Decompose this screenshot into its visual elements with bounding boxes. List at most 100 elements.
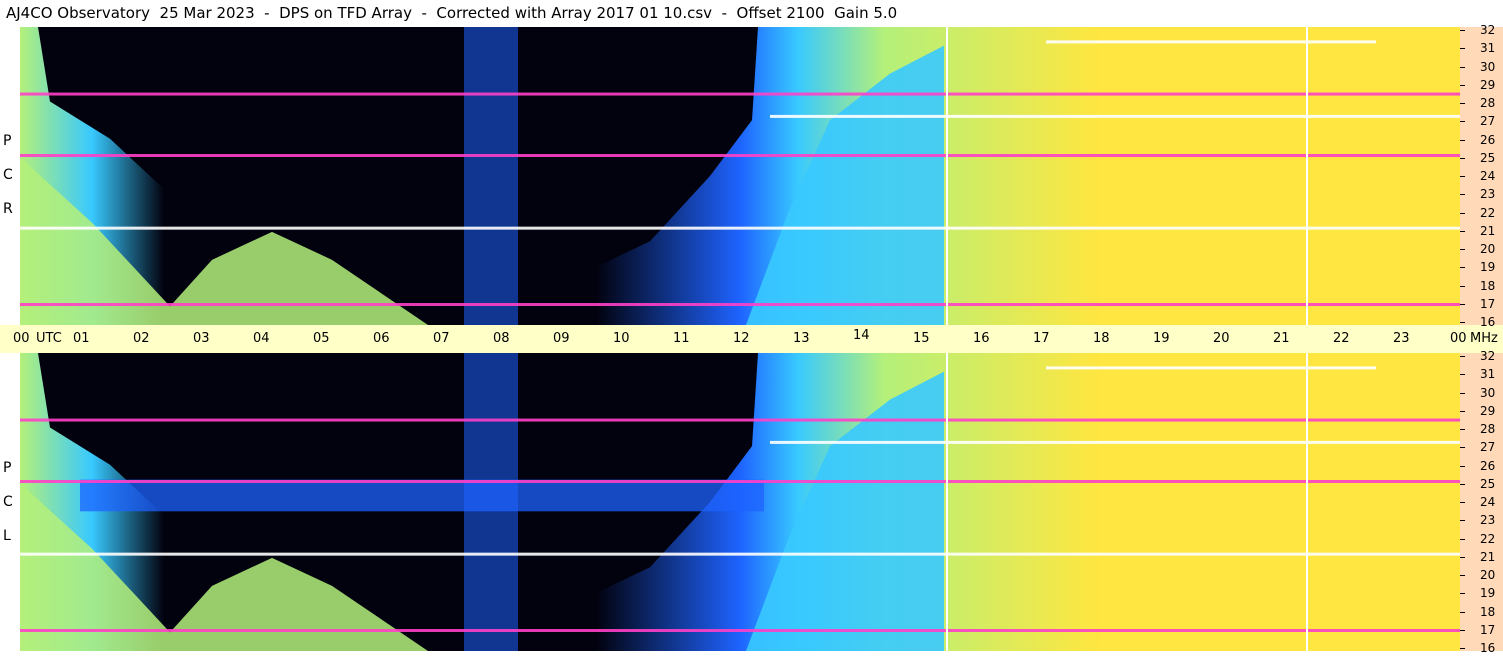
freq-tick-label: 17 [1480,296,1496,311]
utc-tick-label: 10 [613,331,630,346]
freq-tick-label: 25 [1480,150,1496,165]
freq-tick-mark [1460,611,1465,613]
freq-tick-label: 22 [1480,531,1496,546]
freq-tick-label: 32 [1480,349,1496,363]
freq-tick-label: 25 [1480,476,1496,491]
freq-tick-mark [1460,194,1465,196]
freq-tick-label: 20 [1480,242,1496,256]
utc-tick-label: 13 [793,331,810,346]
lcp-rfi-line [20,552,1460,556]
utc-tick-label: 03 [193,331,210,346]
rcp-frequency-axis: 32 31 30 29 28 27 26 25 24 23 22 21 20 19 18 17 16 [1460,23,1503,328]
freq-tick-mark [1460,249,1465,250]
freq-tick-mark [1460,447,1465,449]
freq-tick-mark [1460,30,1465,31]
rcp-rfi-line [1046,40,1376,44]
freq-tick-label: 16 [1480,641,1496,655]
lcp-letter-p: P [3,460,12,476]
utc-unit-label: UTC [36,331,62,346]
utc-tick-label: 23 [1393,331,1410,346]
lcp-rfi-line [20,629,1460,633]
freq-tick-label: 21 [1480,549,1496,564]
freq-tick-label: 22 [1480,205,1496,220]
freq-tick-label: 17 [1480,622,1496,637]
freq-tick-mark [1460,66,1465,68]
freq-tick-mark [1460,176,1465,177]
freq-tick-label: 19 [1480,586,1496,601]
chart-title: AJ4CO Observatory 25 Mar 2023 - DPS on T… [6,4,898,22]
rcp-spectrogram [20,27,1460,325]
freq-tick-mark [1460,648,1465,649]
utc-time-axis: 00 01 02 03 04 05 06 07 08 09 10 11 12 13 14 15 16 17 18 19… [0,325,1503,353]
freq-tick-mark [1460,556,1465,558]
freq-tick-mark [1460,483,1465,485]
freq-tick-mark [1460,374,1465,376]
spectrogram-window: AJ4CO Observatory 25 Mar 2023 - DPS on T… [0,0,1503,672]
freq-tick-label: 31 [1480,41,1496,56]
rcp-rfi-line [20,154,1460,158]
utc-tick-label: 20 [1213,331,1230,346]
lcp-rfi-line [770,440,1460,444]
freq-tick-label: 27 [1480,114,1496,129]
utc-tick-label: 21 [1273,331,1290,346]
utc-tick-label: 22 [1333,331,1350,346]
freq-tick-label: 18 [1480,604,1496,619]
rcp-heatmap [20,27,1460,325]
utc-tick-label: 09 [553,331,570,346]
freq-tick-mark [1460,103,1465,104]
freq-tick-label: 23 [1480,513,1496,528]
freq-tick-mark [1460,285,1465,287]
freq-tick-label: 26 [1480,132,1496,147]
utc-tick-label: 08 [493,331,510,346]
freq-tick-label: 18 [1480,278,1496,293]
utc-tick-label: 07 [433,331,450,346]
rcp-letter-r: R [3,201,13,217]
utc-tick-label: 19 [1153,331,1170,346]
freq-tick-label: 24 [1480,169,1496,183]
lcp-rfi-line [20,418,1460,422]
freq-tick-label: 29 [1480,77,1496,92]
lcp-letter-l: L [3,528,11,544]
utc-tick-label: 15 [913,331,930,346]
freq-tick-label: 24 [1480,495,1496,509]
freq-tick-mark [1460,212,1465,214]
freq-tick-mark [1460,429,1465,430]
rcp-rfi-line [770,114,1460,118]
freq-tick-label: 27 [1480,440,1496,455]
freq-tick-mark [1460,465,1465,467]
freq-tick-mark [1460,356,1465,357]
freq-tick-label: 29 [1480,403,1496,418]
freq-tick-label: 30 [1480,59,1496,74]
rcp-time-marker [1306,27,1308,325]
rcp-striped-channel [464,27,518,325]
lcp-heatmap [20,353,1460,651]
freq-tick-label: 19 [1480,260,1496,275]
freq-tick-mark [1460,121,1465,123]
lcp-time-marker [946,353,948,651]
utc-tick-label: 18 [1093,331,1110,346]
utc-tick-label: 11 [673,331,690,346]
freq-tick-label: 23 [1480,187,1496,202]
freq-tick-mark [1460,322,1465,323]
freq-tick-label: 28 [1480,422,1496,436]
rcp-letter-p: P [3,133,12,149]
utc-tick-label: 12 [733,331,750,346]
lcp-rfi-line [1046,366,1376,370]
freq-tick-label: 20 [1480,568,1496,582]
freq-tick-label: 32 [1480,23,1496,37]
rcp-rfi-line [20,303,1460,307]
mhz-unit-label: MHz [1470,331,1498,346]
freq-tick-mark [1460,629,1465,631]
lcp-spectrogram [20,353,1460,651]
freq-tick-mark [1460,267,1465,269]
rcp-time-marker [946,27,948,325]
freq-tick-mark [1460,139,1465,141]
freq-tick-mark [1460,520,1465,522]
freq-tick-label: 21 [1480,223,1496,238]
lcp-time-marker [1306,353,1308,651]
utc-tick-label: 00 [13,331,30,346]
utc-tick-label: 05 [313,331,330,346]
lcp-frequency-axis: 32 31 30 29 28 27 26 25 24 23 22 21 20 19 18 17 16 [1460,349,1503,655]
freq-tick-label: 30 [1480,385,1496,400]
freq-tick-mark [1460,593,1465,595]
